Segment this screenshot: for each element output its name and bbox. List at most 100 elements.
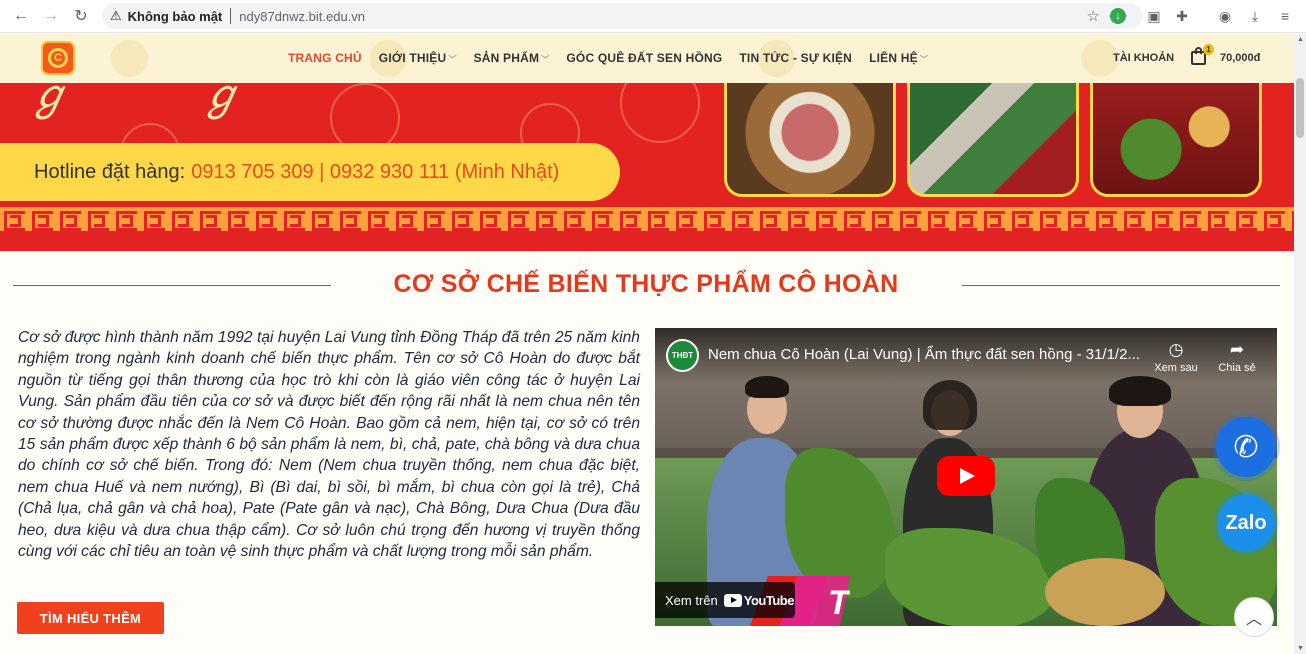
banner-photo-platter (724, 83, 896, 197)
meander-tile (504, 207, 532, 231)
meander-tile (1064, 207, 1092, 231)
zalo-float-button[interactable]: Zalo (1217, 494, 1275, 552)
cart-total[interactable]: 70,000đ (1220, 52, 1260, 64)
bookmark-star-icon[interactable]: ☆ (1087, 7, 1100, 25)
meander-tile (1204, 207, 1232, 231)
address-bar[interactable]: ⚠ Không bảo mật ndy87dnwz.bit.edu.vn ☆ ↓ (102, 3, 1142, 29)
url-text[interactable]: ndy87dnwz.bit.edu.vn (239, 9, 365, 24)
youtube-video-embed[interactable]: THĐT Nem chua Cô Hoàn (Lai Vung) | Ẩm th… (655, 328, 1277, 626)
meander-tile (1232, 207, 1260, 231)
meander-tile (364, 207, 392, 231)
back-icon[interactable]: ← (6, 1, 36, 31)
scrollbar-thumb[interactable] (1296, 78, 1304, 138)
cart-icon[interactable]: 1 (1190, 44, 1214, 67)
chevron-down-icon: ﹀ (448, 55, 457, 64)
chevron-up-icon: ︿ (1245, 611, 1262, 628)
meander-tile (28, 207, 56, 231)
svg-text:T: T (828, 584, 850, 622)
security-status[interactable]: Không bảo mật (128, 9, 223, 24)
meander-tile (784, 207, 812, 231)
nav-products[interactable]: SẢN PHẨM ﹀ (474, 51, 550, 65)
banner-photo-dishes (1090, 83, 1262, 197)
reload-icon[interactable]: ↻ (66, 1, 96, 31)
downloads-icon[interactable]: ⤓ (1245, 6, 1265, 26)
watch-on-youtube-button[interactable]: Xem trên YouTube (655, 582, 795, 618)
pattern-decoration (620, 83, 700, 143)
meander-tile (308, 207, 336, 231)
meander-tile (700, 207, 728, 231)
meander-tile (812, 207, 840, 231)
profile-icon[interactable]: ◉ (1215, 6, 1235, 26)
site-logo[interactable]: C (41, 41, 75, 75)
meander-tile (112, 207, 140, 231)
meander-tile (168, 207, 196, 231)
meander-tile (896, 207, 924, 231)
hotline-label: Hotline đặt hàng: (34, 160, 186, 183)
video-title[interactable]: Nem chua Cô Hoàn (Lai Vung) | Ẩm thực đấ… (708, 346, 1140, 363)
scroll-up-arrow-icon[interactable]: ▲ (1297, 36, 1304, 43)
page-scrollbar[interactable]: ▲ ▼ (1294, 34, 1306, 654)
title-rule-right (962, 285, 1280, 286)
meander-tile (196, 207, 224, 231)
nav-hometown-corner[interactable]: GÓC QUÊ ĐẤT SEN HỒNG (566, 51, 722, 65)
meander-tile (532, 207, 560, 231)
hero-banner: ℊ ℊ Hotline đặt hàng: 0913 705 309 | 093… (0, 83, 1294, 251)
call-float-button[interactable]: ✆ (1216, 417, 1276, 477)
meander-tile (84, 207, 112, 231)
menu-icon[interactable]: ≡ (1275, 6, 1295, 26)
meander-tile (840, 207, 868, 231)
hotline-numbers[interactable]: 0913 705 309 | 0932 930 111 (Minh Nhật) (191, 161, 559, 184)
channel-avatar[interactable]: THĐT (666, 339, 699, 372)
meander-tile (756, 207, 784, 231)
phone-icon: ✆ (1233, 430, 1259, 464)
meander-tile (952, 207, 980, 231)
meander-tile (616, 207, 644, 231)
nav-contact[interactable]: LIÊN HỆ ﹀ (869, 51, 928, 65)
web-page: C TRANG CHỦ GIỚI THIỆU ﹀ SẢN PHẨM ﹀ GÓC QU… (0, 34, 1294, 654)
title-rule-left (13, 285, 331, 286)
meander-tile (1260, 207, 1288, 231)
site-header: C TRANG CHỦ GIỚI THIỆU ﹀ SẢN PHẨM ﹀ GÓC QU… (0, 34, 1294, 83)
forward-icon[interactable]: → (36, 1, 66, 31)
meander-tile (420, 207, 448, 231)
meander-tile (1008, 207, 1036, 231)
share-arrow-icon: ➦ (1229, 340, 1245, 359)
meander-tile (336, 207, 364, 231)
meander-tile (728, 207, 756, 231)
meander-tile (140, 207, 168, 231)
clock-icon: ◷ (1168, 340, 1184, 359)
meander-tile (980, 207, 1008, 231)
video-person-guest-hair (923, 380, 977, 430)
meander-tile (1176, 207, 1204, 231)
meander-tile (448, 207, 476, 231)
meander-tile (644, 207, 672, 231)
meander-tile (1120, 207, 1148, 231)
banner-script-decoration: ℊ (28, 83, 71, 119)
scroll-down-arrow-icon[interactable]: ▼ (1297, 645, 1304, 652)
meander-tile (392, 207, 420, 231)
back-to-top-button[interactable]: ︿ (1234, 597, 1274, 637)
meander-border (0, 207, 1294, 231)
meander-tile (0, 207, 28, 231)
watch-later-button[interactable]: ◷ Xem sau (1152, 340, 1200, 374)
nav-about[interactable]: GIỚI THIỆU ﹀ (379, 51, 457, 65)
meander-tile (476, 207, 504, 231)
download-done-icon[interactable]: ↓ (1110, 8, 1126, 24)
meander-tile (252, 207, 280, 231)
meander-tile (224, 207, 252, 231)
share-button[interactable]: ➦ Chia sẻ (1213, 340, 1261, 374)
warning-icon[interactable]: ⚠ (110, 8, 122, 24)
address-separator (230, 8, 232, 24)
intro-paragraph: Cơ sở được hình thành năm 1992 tại huyện… (18, 329, 640, 561)
banner-photo-packages (907, 83, 1079, 197)
puzzle-extensions-icon[interactable]: ✚ (1172, 6, 1192, 26)
meander-tile (868, 207, 896, 231)
nav-news-events[interactable]: TIN TỨC - SỰ KIỆN (739, 51, 852, 65)
youtube-logo-icon (723, 593, 742, 607)
play-button[interactable] (937, 456, 995, 496)
extension-icon[interactable]: ▣ (1144, 6, 1164, 26)
learn-more-button[interactable]: TÌM HIỂU THÊM (17, 602, 164, 634)
account-link[interactable]: TÀI KHOẢN (1113, 52, 1174, 64)
meander-tile (1092, 207, 1120, 231)
nav-home[interactable]: TRANG CHỦ (288, 51, 362, 65)
